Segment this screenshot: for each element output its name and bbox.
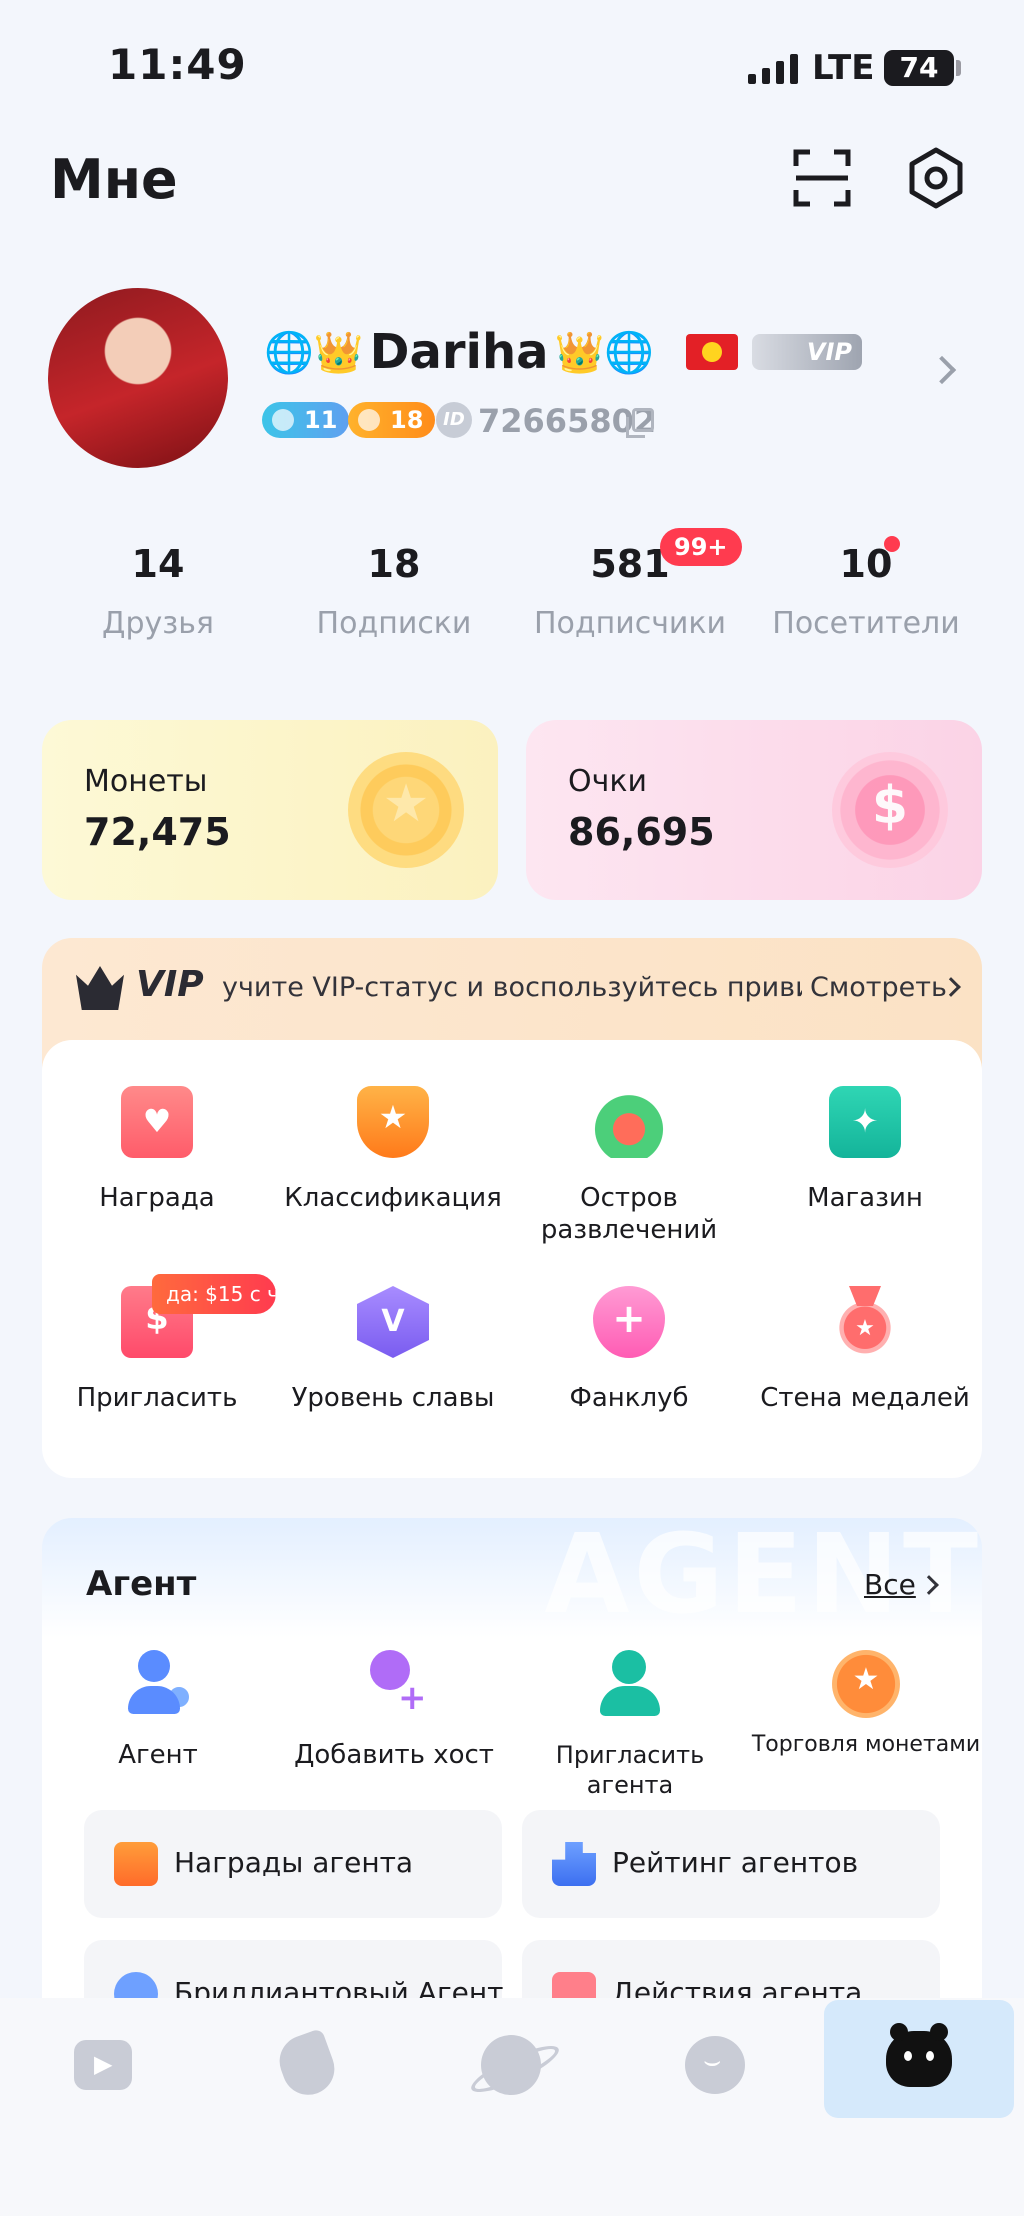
stat-label: Подписчики [533,606,727,641]
username-text: Dariha [369,324,549,380]
fanclub-heart-icon [593,1286,665,1358]
feature-label: Пригласить [76,1383,238,1413]
settings-icon[interactable] [904,146,968,210]
stat-label: Подписки [316,606,472,641]
island-icon [593,1086,665,1158]
add-host-icon [360,1650,428,1718]
copy-icon[interactable] [626,408,654,438]
gold-coin-icon [348,752,464,868]
charm-level-badge: 18 [348,402,436,438]
signal-icon [748,52,798,84]
nav-tab-explore[interactable] [416,2006,606,2124]
agent-item-label: Пригласить агента [555,1741,705,1799]
pink-dollar-coin-icon [832,752,948,868]
visitors-red-dot [884,536,900,552]
stat-friends[interactable]: 14 Друзья [38,542,278,641]
feature-label: Награда [99,1183,215,1213]
feature-label: Фанклуб [569,1383,689,1413]
stat-value: 10 [839,542,893,586]
feature-label: Стена медалей [760,1383,970,1413]
coins-value: 72,475 [84,810,231,854]
points-value: 86,695 [568,810,715,854]
feature-label: Классификация [284,1183,502,1213]
feature-fun-island[interactable]: Остров развлечений [514,1086,744,1246]
feature-label: Остров развлечений [540,1183,718,1245]
stat-label: Друзья [102,606,214,641]
gift-icon [121,1086,193,1158]
agent-rewards-tile[interactable]: Награды агента [84,1810,502,1918]
nav-tab-video[interactable] [8,2006,198,2124]
agent-item-add-host[interactable]: Добавить хост [274,1650,514,1770]
status-time: 11:49 [108,40,247,89]
battery-icon: 74 [884,50,954,86]
username[interactable]: 🌐👑 Dariha 👑🌐 [264,324,654,380]
nav-tab-me[interactable] [824,2000,1014,2118]
feature-ranking[interactable]: Классификация [278,1086,508,1214]
agent-rewards-icon [114,1842,158,1886]
scan-icon[interactable] [790,146,854,210]
stat-value: 14 [131,542,185,586]
feature-fanclub[interactable]: Фанклуб [514,1286,744,1414]
country-flag-icon [686,334,738,370]
invite-promo-tag: да: $15 с че [152,1274,276,1314]
feature-fame-level[interactable]: Уровень славы [278,1286,508,1414]
feature-reward[interactable]: Награда [42,1086,272,1214]
feature-shop[interactable]: Магазин [750,1086,980,1214]
planet-icon [481,2035,541,2095]
nav-tab-messages[interactable] [620,2006,810,2124]
agent-section-title: Агент [86,1564,197,1604]
stat-label: Посетители [772,606,960,641]
agent-item-agent[interactable]: Агент [38,1650,278,1770]
fame-level-icon [357,1286,429,1358]
invite-agent-icon [596,1650,664,1718]
coins-card[interactable]: Монеты 72,475 [42,720,498,900]
coins-label: Монеты [84,764,208,799]
vip-banner-text: учите VIP-статус и воспользуйтесь привил… [222,972,802,1003]
stat-following[interactable]: 18 Подписки [274,542,514,641]
vip-view-link[interactable]: Смотреть [810,972,947,1003]
avatar[interactable] [48,288,228,468]
agent-item-invite-agent[interactable]: Пригласить агента [510,1650,750,1800]
coin-trade-icon [832,1650,900,1718]
feature-label: Уровень славы [291,1383,495,1413]
vip-banner-title: VIP [136,964,204,1005]
agent-rating-icon [552,1842,596,1886]
agent-person-icon [124,1650,192,1718]
stat-value: 18 [367,542,421,586]
agent-item-label: Торговля монетами [751,1732,981,1757]
agent-item-label: Агент [118,1740,198,1770]
shop-bag-icon [829,1086,901,1158]
followers-notification-badge: 99+ [660,528,742,566]
battery-cap [956,60,961,76]
agent-watermark: AGENT [544,1518,982,1638]
agent-item-label: Добавить хост [294,1740,494,1770]
username-suffix-emoji: 👑🌐 [554,329,655,376]
network-type: LTE [812,48,875,88]
points-label: Очки [568,764,647,799]
agent-all-link[interactable]: Все [864,1568,916,1601]
tv-play-icon [74,2040,132,2090]
id-tag: ID [436,402,472,438]
profile-chevron-right-icon[interactable] [927,355,957,385]
agent-rating-tile[interactable]: Рейтинг агентов [522,1810,940,1918]
tile-label: Рейтинг агентов [612,1846,859,1879]
feature-medal-wall[interactable]: Стена медалей [750,1286,980,1414]
star-leaf-icon [272,2027,342,2103]
agent-item-coin-trade[interactable]: Торговля монетами [746,1650,986,1760]
username-prefix-emoji: 🌐👑 [264,329,364,376]
hippo-face-icon [886,2023,952,2087]
nav-tab-moments[interactable] [212,2006,402,2124]
page-title: Мне [50,148,178,211]
medal-icon [829,1286,901,1358]
trophy-icon [357,1086,429,1158]
points-card[interactable]: Очки 86,695 [526,720,982,900]
vip-badge: VIP [752,334,862,370]
chat-bubble-icon [685,2036,745,2094]
feature-label: Магазин [807,1183,923,1213]
tile-label: Награды агента [174,1846,414,1879]
wealth-level-badge: 11 [262,402,350,438]
stat-visitors[interactable]: 10 Посетители [746,542,986,641]
